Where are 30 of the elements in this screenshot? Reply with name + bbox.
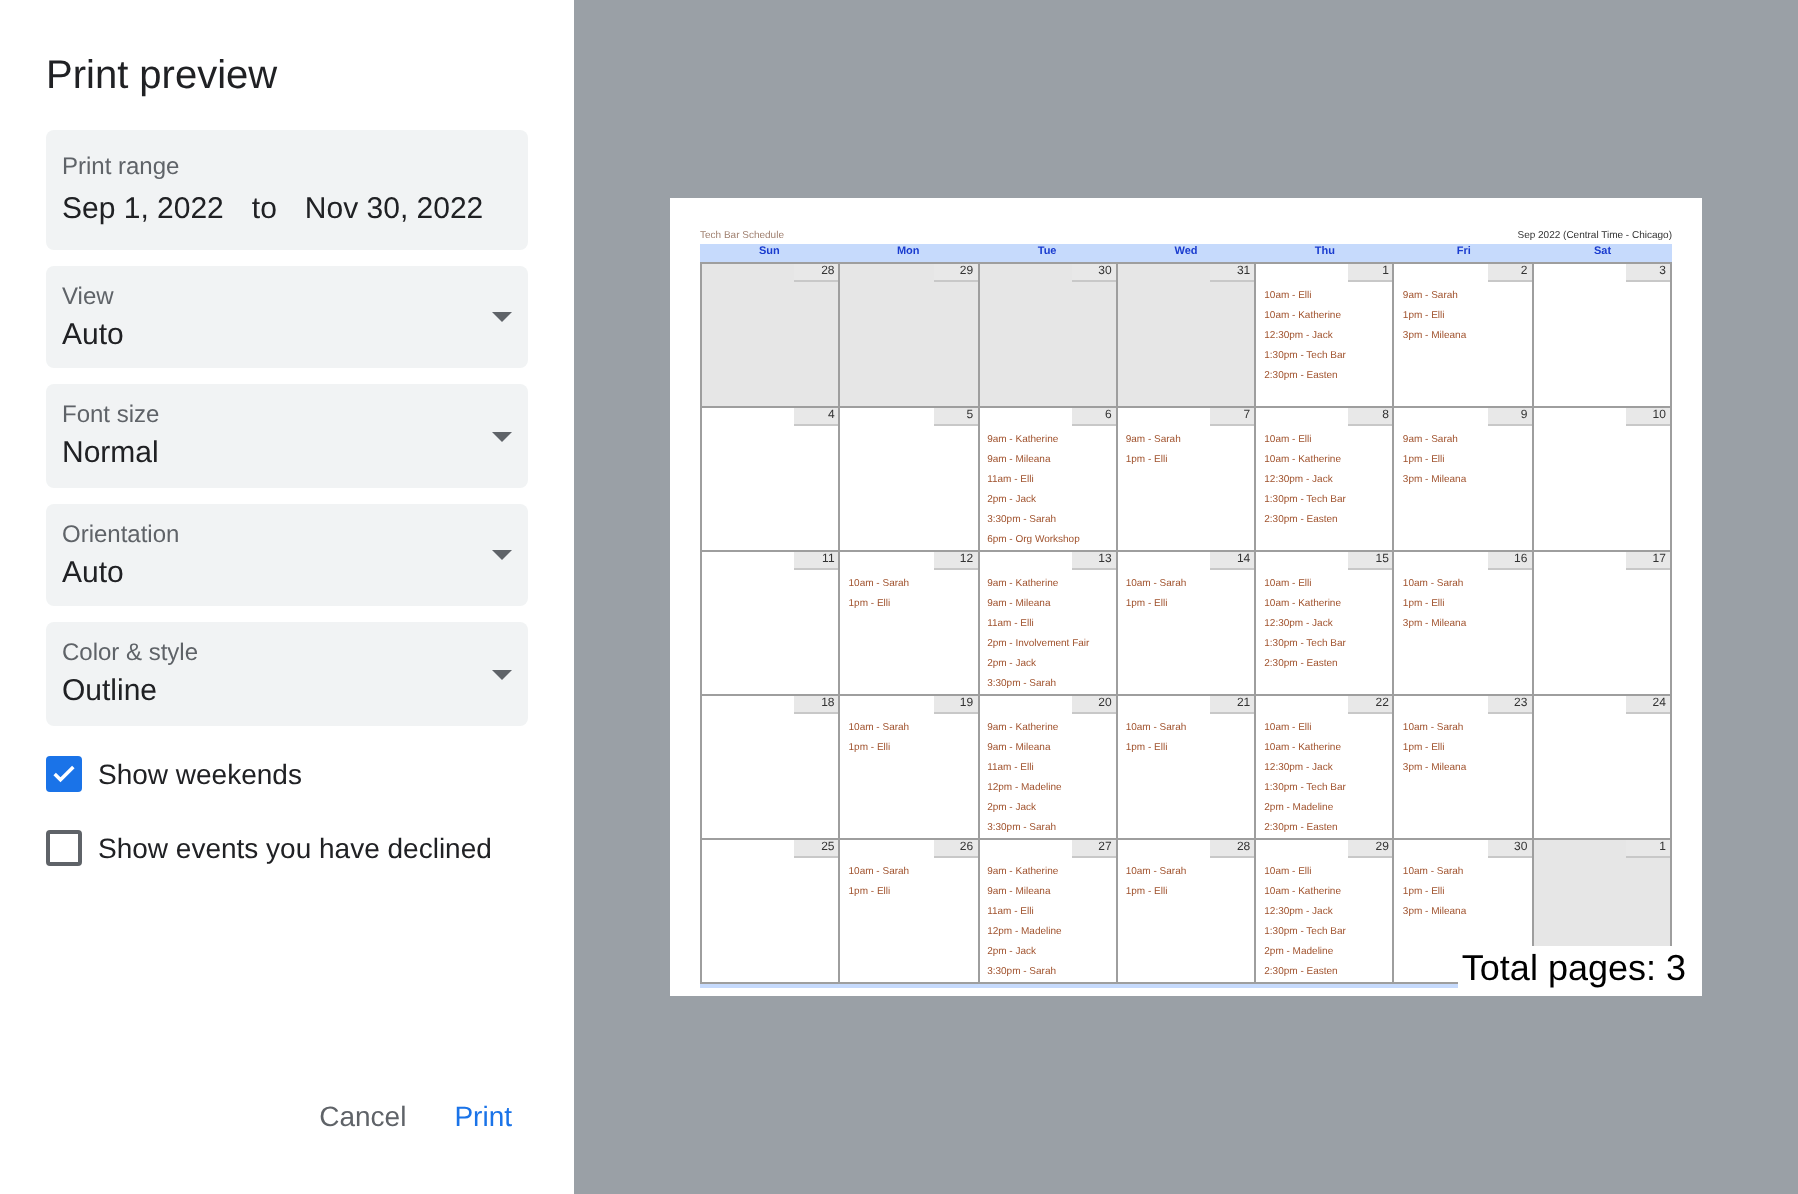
field-label: Color & style xyxy=(62,636,199,670)
range-separator: to xyxy=(251,190,277,230)
checkbox[interactable] xyxy=(46,830,82,866)
dropdown-caret-icon xyxy=(492,669,512,680)
field-label: Font size xyxy=(62,398,160,432)
dropdown-field[interactable]: Orientation Auto xyxy=(46,503,528,606)
print-range-field[interactable]: Print range Sep 1, 2022 to Nov 30, 2022 xyxy=(46,130,528,249)
field-label: Orientation xyxy=(62,517,180,551)
field-label: Print range xyxy=(62,150,182,184)
start-date[interactable]: Sep 1, 2022 xyxy=(62,188,224,233)
field-label: View xyxy=(62,279,116,313)
field-value: Outline xyxy=(62,672,160,712)
field-value: Auto xyxy=(62,315,124,355)
total-pages: Total pages: 3 xyxy=(1457,946,1690,990)
dropdown-caret-icon xyxy=(492,431,512,442)
dropdown-field[interactable]: View Auto xyxy=(46,265,528,368)
dialog-title: Print preview xyxy=(46,52,280,102)
checkbox-label: Show events you have declined xyxy=(98,829,492,868)
end-date[interactable]: Nov 30, 2022 xyxy=(304,188,484,233)
dropdown-caret-icon xyxy=(492,312,512,323)
dropdown-caret-icon xyxy=(492,550,512,561)
checkbox-label: Show weekends xyxy=(98,755,302,793)
print-button[interactable]: Print xyxy=(438,1088,528,1146)
checkmark-icon xyxy=(50,760,78,788)
dropdown-field[interactable]: Font size Normal xyxy=(46,384,528,487)
field-value: Auto xyxy=(62,553,126,593)
field-value: Normal xyxy=(62,434,160,474)
dropdown-field[interactable]: Color & style Outline xyxy=(46,622,528,725)
cancel-button[interactable]: Cancel xyxy=(303,1088,423,1146)
checkbox[interactable] xyxy=(46,756,82,792)
